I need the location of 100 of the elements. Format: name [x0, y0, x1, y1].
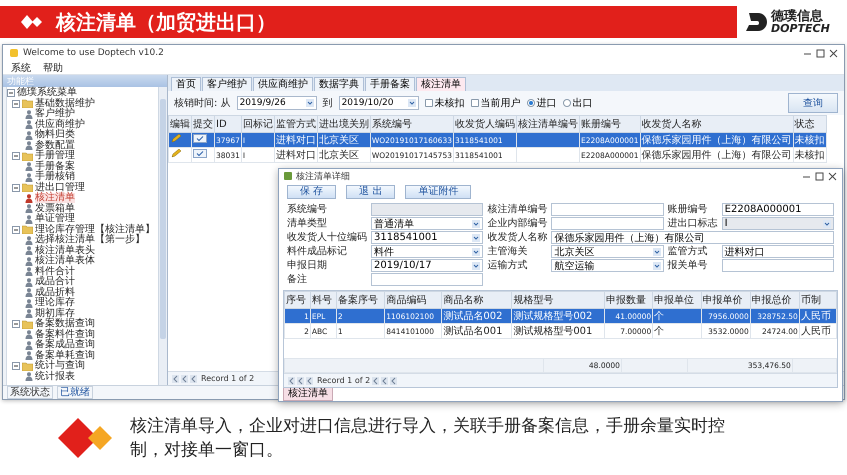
tab[interactable]: 供应商维护: [253, 77, 313, 91]
column-header[interactable]: 进出境关别: [317, 116, 370, 132]
tree-item[interactable]: 备案成品查询: [35, 340, 95, 350]
tree-item[interactable]: 物料归类: [35, 130, 75, 140]
input-field[interactable]: [551, 203, 664, 216]
tree-item[interactable]: 供应商维护: [35, 120, 85, 130]
nav-icon[interactable]: [381, 376, 388, 384]
dropdown-icon[interactable]: [652, 248, 661, 256]
column-header[interactable]: 状态: [793, 116, 826, 132]
checkbox[interactable]: 当前用户: [470, 96, 521, 110]
column-header[interactable]: 编辑: [168, 116, 192, 132]
nav-icon[interactable]: [172, 374, 179, 382]
input-field[interactable]: [722, 259, 834, 272]
tree-item[interactable]: 客户维护: [35, 109, 75, 120]
date-field[interactable]: 2019/9/26: [236, 96, 317, 110]
tab[interactable]: 首页: [171, 77, 201, 91]
column-header[interactable]: 监管方式: [274, 116, 318, 132]
tree-item[interactable]: 统计报表: [35, 372, 75, 382]
tab[interactable]: 核注清单: [283, 388, 333, 401]
select-field[interactable]: 普通清单: [371, 217, 484, 230]
column-header[interactable]: 收发货人名称: [640, 116, 794, 132]
tree-item[interactable]: 发票箱单: [35, 204, 75, 214]
tree-item[interactable]: 基础数据维护: [35, 98, 95, 109]
column-header[interactable]: 料号: [310, 292, 336, 308]
radio-button[interactable]: 出口: [562, 96, 593, 110]
select-field[interactable]: 北京关区: [551, 245, 664, 258]
collapse-icon[interactable]: [12, 152, 20, 160]
collapse-icon[interactable]: [12, 184, 20, 192]
dropdown-icon[interactable]: [472, 248, 480, 256]
toolbar-button[interactable]: 保 存: [287, 185, 336, 199]
column-header[interactable]: 核注清单编号: [516, 116, 580, 132]
column-header[interactable]: 申报总价: [750, 292, 800, 308]
column-header[interactable]: 商品编码: [384, 292, 442, 308]
select-field[interactable]: 航空运输: [551, 259, 664, 272]
column-header[interactable]: 规格型号: [512, 292, 604, 308]
nav-icon[interactable]: [181, 374, 188, 382]
tab[interactable]: 核注清单: [416, 77, 466, 91]
collapse-icon[interactable]: [12, 320, 20, 328]
tree-item[interactable]: 德璞系统菜单: [17, 88, 77, 98]
dropdown-icon[interactable]: [652, 262, 661, 270]
nav-icon[interactable]: [190, 374, 197, 382]
tab[interactable]: 手册备案: [365, 77, 415, 91]
column-header[interactable]: 提交: [192, 116, 214, 132]
nav-icon[interactable]: [306, 376, 313, 384]
tree-item[interactable]: 核注清单: [35, 193, 75, 204]
select-field[interactable]: 2019/10/17: [371, 259, 484, 272]
query-button[interactable]: 查询: [788, 93, 838, 113]
column-header[interactable]: 系统编号: [370, 116, 454, 132]
input-field[interactable]: E2208A000001: [722, 203, 834, 216]
checkmark-icon[interactable]: [193, 134, 207, 143]
toolbar-button[interactable]: 退 出: [346, 185, 396, 199]
column-header[interactable]: 回标记: [241, 116, 274, 132]
collapse-icon[interactable]: [12, 226, 20, 234]
dropdown-icon[interactable]: [306, 99, 314, 107]
dropdown-icon[interactable]: [472, 234, 480, 242]
tree-item[interactable]: 理论库存管理【核注清单】: [35, 224, 155, 235]
column-header[interactable]: 申报单价: [701, 292, 750, 308]
tree-item[interactable]: 备案单耗查询: [35, 350, 95, 361]
dropdown-icon[interactable]: [408, 99, 416, 107]
tree-item[interactable]: 单证管理: [35, 214, 75, 224]
menu-item[interactable]: 帮助: [43, 60, 63, 74]
input-field[interactable]: [551, 217, 664, 230]
input-field[interactable]: 保德乐家园用件（上海）有限公司: [551, 231, 834, 244]
scrollbar[interactable]: [158, 87, 167, 385]
input-field[interactable]: [371, 273, 484, 286]
select-field[interactable]: 料件: [371, 245, 484, 258]
maximize-icon[interactable]: [816, 48, 825, 58]
tree-item[interactable]: 统计与查询: [35, 361, 85, 372]
date-field[interactable]: 2019/10/20: [338, 96, 419, 110]
tree-item[interactable]: 期初库存: [35, 308, 75, 319]
tree-item[interactable]: 进出口管理: [35, 182, 85, 193]
tab[interactable]: 客户维护: [202, 77, 252, 91]
maximize-icon[interactable]: [815, 172, 824, 180]
nav-icon[interactable]: [288, 376, 295, 384]
tree-item[interactable]: 备案数据查询: [35, 319, 95, 330]
tree-item[interactable]: 手册核销: [35, 172, 75, 182]
tree-item[interactable]: 料件合计: [35, 266, 75, 277]
dropdown-icon[interactable]: [472, 220, 480, 228]
tree-item[interactable]: 选择核注清单【第一步】: [35, 235, 145, 246]
column-header[interactable]: 收发货人编码: [453, 116, 516, 132]
tree-item[interactable]: 手册备案: [35, 162, 75, 172]
input-field[interactable]: 进料对口: [722, 245, 834, 258]
column-header[interactable]: 备案序号: [336, 292, 385, 308]
checkbox[interactable]: 未核扣: [424, 96, 465, 110]
nav-icon[interactable]: [390, 376, 398, 384]
column-header[interactable]: 账册编号: [579, 116, 640, 132]
column-header[interactable]: 序号: [284, 292, 310, 308]
tree-item[interactable]: 备案料件查询: [35, 330, 95, 340]
column-header[interactable]: ID: [214, 116, 242, 132]
collapse-icon[interactable]: [12, 100, 20, 108]
nav-icon[interactable]: [297, 376, 304, 384]
menu-item[interactable]: 系统: [11, 60, 31, 74]
close-icon[interactable]: [828, 172, 837, 180]
tree-item[interactable]: 手册管理: [35, 151, 75, 162]
tab[interactable]: 数据字典: [314, 77, 364, 91]
close-icon[interactable]: [829, 48, 838, 58]
checkmark-icon[interactable]: [193, 149, 207, 158]
dropdown-icon[interactable]: [472, 262, 480, 270]
tree-item[interactable]: 核注清单表头: [35, 246, 95, 256]
tree-item[interactable]: 成品折料: [35, 288, 75, 298]
